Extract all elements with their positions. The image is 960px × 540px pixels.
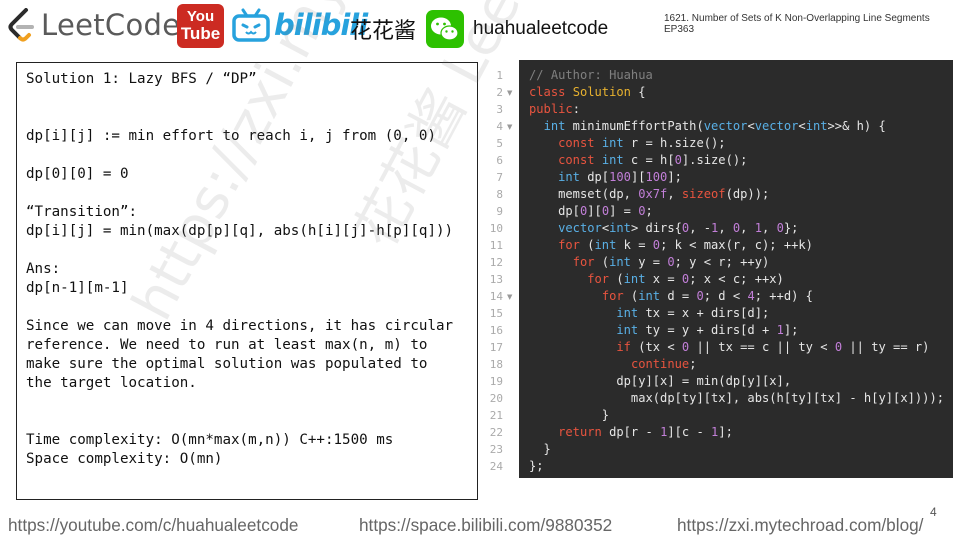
line-number: 14 [489,290,503,303]
line-number: 13 [489,273,503,286]
line-number: 5 [496,137,503,150]
code-line: dp[0][0] = 0; [529,204,653,218]
line-number: 17 [489,341,503,354]
line-number: 2 [496,86,503,99]
youtube-logo: You Tube [177,4,224,48]
line-number: 4 [496,120,503,133]
solution-text-line: dp[n-1][m-1] [26,280,129,296]
code-line: } [529,442,551,456]
solution-text-line: dp[i][j] = min(max(dp[p][q], abs(h[i][j]… [26,223,454,239]
solution-text-line: make sure the optimal solution was popul… [26,356,428,372]
code-line: for (int k = 0; k < max(r, c); ++k) [558,238,813,252]
solution-text-line: dp[0][0] = 0 [26,166,129,182]
code-line: return dp[r - 1][c - 1]; [558,425,733,439]
blog-url[interactable]: https://zxi.mytechroad.com/blog/ [677,515,923,536]
code-line: int tx = x + dirs[d]; [616,306,770,320]
line-number: 23 [489,443,503,456]
channel-chinese-name: 花花酱 [350,19,417,44]
time-complexity-line: Time complexity: O(mn*max(m,n)) C++:1500… [26,432,394,448]
code-editor-panel: // Author: Huahua class Solution { public:… [519,60,953,478]
youtube-logo-bottom: Tube [180,24,221,43]
line-number: 7 [496,171,503,184]
code-line: memset(dp, 0x7f, sizeof(dp)); [529,187,770,201]
slide-header: LeetCode You Tube bilibili 花花酱 huahualee… [0,0,960,56]
code-line: continue; [630,357,697,371]
code-line: public: [529,102,580,116]
line-number: 15 [489,307,503,320]
space-complexity-line: Space complexity: O(mn) [26,451,223,467]
code-line: vector<int> dirs{0, -1, 0, 1, 0}; [558,221,799,235]
solution-text-line: Since we can move in 4 directions, it ha… [26,318,454,334]
line-number: 10 [489,222,503,235]
code-line: int ty = y + dirs[d + 1]; [616,323,799,337]
line-number-gutter: 1 2 ▼ 3 4 ▼ 5 6 7 8 9 10 11 12 13 14 ▼ 1… [482,62,518,480]
solution-text-line: the target location. [26,375,197,391]
line-number: 22 [489,426,503,439]
bilibili-tv-icon [232,8,270,42]
line-number: 8 [496,188,503,201]
solution-text-line: “Transition”: [26,204,138,220]
line-number: 1 [496,69,503,82]
line-number: 21 [489,409,503,422]
solution-text-line: dp[i][j] := min effort to reach i, j fro… [26,128,436,144]
code-line: int dp[100][100]; [558,170,682,184]
channel-handle: huahualeetcode [473,18,609,39]
code-line: const int c = h[0].size(); [558,153,748,167]
youtube-logo-top: You [186,8,215,25]
code-line: int minimumEffortPath(vector<vector<int>… [543,119,886,133]
line-number: 18 [489,358,503,371]
solution-text-line: reference. We need to run at least max(n… [26,337,428,353]
line-number: 6 [496,154,503,167]
slide-title: 1621. Number of Sets of K Non-Overlappin… [664,13,930,35]
line-number: 9 [496,205,503,218]
line-number: 16 [489,324,503,337]
solution-notes-box: Solution 1: Lazy BFS / “DP” dp[i][j] := … [16,62,478,500]
line-number: 20 [489,392,503,405]
code-line: const int r = h.size(); [558,136,726,150]
code-line: if (tx < 0 || tx == c || ty < 0 || ty ==… [616,340,930,354]
page-number: 4 [930,505,937,519]
line-number: 11 [489,239,503,252]
leetcode-icon [8,8,34,42]
code-line: class Solution { [529,85,646,99]
leetcode-wordmark: LeetCode [41,8,181,42]
line-number: 3 [496,103,503,116]
code-line: max(dp[ty][tx], abs(h[ty][tx] - h[y][x])… [529,391,945,405]
fold-arrow-icon[interactable]: ▼ [507,89,512,97]
line-number: 19 [489,375,503,388]
bilibili-url[interactable]: https://space.bilibili.com/9880352 [359,515,612,536]
line-number: 24 [489,460,503,473]
fold-arrow-icon[interactable]: ▼ [507,293,512,301]
code-line: for (int x = 0; x < c; ++x) [587,272,784,286]
code-line: for (int y = 0; y < r; ++y) [572,255,770,269]
leetcode-logo: LeetCode [6,8,180,42]
code-line: }; [529,459,544,473]
wechat-icon [426,10,464,48]
code-line: // Author: Huahua [529,68,653,82]
solution-text-line: Ans: [26,261,61,277]
code-line: } [529,408,610,422]
solution-heading: Solution 1: Lazy BFS / “DP” [26,71,257,87]
line-number: 12 [489,256,503,269]
code-line: for (int d = 0; d < 4; ++d) { [601,289,813,303]
code-line: dp[y][x] = min(dp[y][x], [529,374,792,388]
fold-arrow-icon[interactable]: ▼ [507,123,512,131]
youtube-url[interactable]: https://youtube.com/c/huahualeetcode [8,515,298,536]
